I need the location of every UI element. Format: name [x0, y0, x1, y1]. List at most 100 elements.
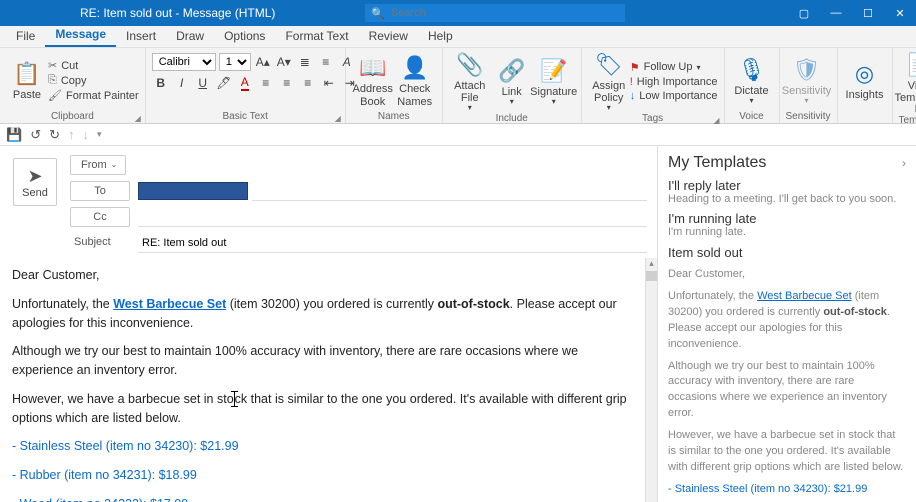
- assign-policy-label: Assign Policy: [588, 80, 630, 104]
- minimize-icon[interactable]: ―: [820, 0, 852, 26]
- check-names-button[interactable]: 👤 Check Names: [394, 50, 436, 111]
- paste-button[interactable]: 📋 Paste: [6, 50, 48, 111]
- align-left-button[interactable]: ≡: [257, 74, 275, 92]
- group-label: Include: [449, 113, 575, 125]
- template-item[interactable]: I'll reply later Heading to a meeting. I…: [668, 178, 906, 205]
- italic-button[interactable]: I: [173, 74, 191, 92]
- tab-draw[interactable]: Draw: [166, 26, 214, 47]
- tab-help[interactable]: Help: [418, 26, 463, 47]
- search-icon: 🔍: [371, 7, 385, 20]
- highlight-button[interactable]: 🖊: [215, 74, 233, 92]
- grow-font-button[interactable]: A▴: [254, 53, 272, 71]
- align-right-button[interactable]: ≡: [299, 74, 317, 92]
- subject-field[interactable]: [138, 233, 647, 253]
- numbering-button[interactable]: ≡: [317, 53, 335, 71]
- group-label: Clipboard: [51, 111, 94, 122]
- assign-policy-button[interactable]: 🏷 Assign Policy▾: [588, 50, 630, 113]
- link-button[interactable]: 🔗 Link▾: [491, 50, 533, 113]
- template-oos: out-of-stock: [823, 306, 887, 318]
- template-body-text: However, we have a barbecue set in stock…: [668, 428, 906, 476]
- message-headers: ➤ Send From ⌄ To Cc Subject: [0, 146, 657, 258]
- undo-button[interactable]: ↺: [30, 127, 41, 143]
- subject-label: Subject: [70, 233, 130, 253]
- copy-button[interactable]: ⎘Copy: [48, 74, 139, 87]
- tab-review[interactable]: Review: [359, 26, 418, 47]
- dictate-button[interactable]: 🎙 Dictate▾: [731, 50, 773, 111]
- attach-icon: 📎: [456, 50, 483, 80]
- from-dropdown[interactable]: From ⌄: [70, 155, 126, 175]
- attach-file-button[interactable]: 📎 Attach File▾: [449, 50, 491, 113]
- main-area: ➤ Send From ⌄ To Cc Subject: [0, 146, 916, 502]
- address-book-label: Address Book: [352, 83, 394, 107]
- tab-message[interactable]: Message: [45, 24, 116, 47]
- body-option-2: - Rubber (item no 34231): $18.99: [12, 466, 633, 485]
- body-p2: Although we try our best to maintain 100…: [12, 342, 633, 380]
- insights-button[interactable]: ◎ Insights: [844, 50, 886, 111]
- scroll-up-icon[interactable]: ▴: [646, 258, 657, 269]
- shrink-font-button[interactable]: A▾: [275, 53, 293, 71]
- font-color-button[interactable]: A: [236, 74, 254, 92]
- template-item-expanded[interactable]: Item sold out Dear Customer, Unfortunate…: [668, 244, 906, 502]
- high-importance-button[interactable]: !High Importance: [630, 76, 718, 88]
- search-input[interactable]: [391, 7, 619, 19]
- body-p3: However, we have a barbecue set in stock…: [12, 390, 633, 428]
- format-painter-button[interactable]: 🖌Format Painter: [48, 89, 139, 102]
- my-templates-pane: My Templates› I'll reply later Heading t…: [658, 146, 916, 502]
- font-size-select[interactable]: 11: [219, 53, 251, 71]
- tab-format-text[interactable]: Format Text: [275, 26, 358, 47]
- close-pane-icon[interactable]: ›: [902, 156, 906, 170]
- body-greeting: Dear Customer,: [12, 266, 633, 285]
- qat-customize-button[interactable]: ▾: [97, 129, 102, 140]
- tab-file[interactable]: File: [6, 26, 45, 47]
- font-family-select[interactable]: Calibri: [152, 53, 216, 71]
- view-templates-button[interactable]: 📄 View Templates: [899, 50, 916, 104]
- signature-icon: 📝: [540, 56, 567, 86]
- copy-icon: ⎘: [48, 74, 57, 87]
- tab-options[interactable]: Options: [214, 26, 275, 47]
- underline-button[interactable]: U: [194, 74, 212, 92]
- bullets-button[interactable]: ≣: [296, 53, 314, 71]
- to-button[interactable]: To: [70, 181, 130, 201]
- tab-insert[interactable]: Insert: [116, 26, 166, 47]
- next-item-button[interactable]: ↓: [83, 127, 90, 142]
- assign-policy-icon: 🏷: [595, 50, 623, 80]
- cc-button[interactable]: Cc: [70, 207, 130, 227]
- view-templates-label: View Templates: [894, 80, 916, 104]
- template-item[interactable]: I'm running late I'm running late.: [668, 211, 906, 238]
- dialog-launcher-icon[interactable]: ◢: [135, 114, 141, 123]
- maximize-icon[interactable]: ☐: [852, 0, 884, 26]
- close-icon[interactable]: ✕: [884, 0, 916, 26]
- template-name: I'm running late: [668, 211, 906, 226]
- search-box[interactable]: 🔍: [365, 4, 625, 22]
- to-field[interactable]: [252, 181, 647, 201]
- item-link[interactable]: West Barbecue Set: [113, 297, 226, 311]
- template-item-link: West Barbecue Set: [757, 290, 852, 302]
- signature-button[interactable]: 📝 Signature▾: [533, 50, 575, 113]
- cut-button[interactable]: ✂Cut: [48, 59, 139, 72]
- low-importance-button[interactable]: ↓Low Importance: [630, 90, 718, 102]
- template-name: I'll reply later: [668, 178, 906, 193]
- redo-button[interactable]: ↻: [49, 127, 60, 143]
- group-sensitivity: 🛡 Sensitivity▾ Sensitivity: [780, 48, 838, 123]
- message-body[interactable]: Dear Customer, Unfortunately, the West B…: [0, 258, 645, 502]
- dialog-launcher-icon[interactable]: ◢: [335, 114, 341, 123]
- previous-item-button[interactable]: ↑: [68, 127, 75, 142]
- address-book-button[interactable]: 📖 Address Book: [352, 50, 394, 111]
- body-oos: out-of-stock: [437, 297, 509, 311]
- cc-field[interactable]: [138, 207, 647, 227]
- scrollbar-thumb[interactable]: [646, 271, 657, 281]
- group-label: Basic Text: [223, 111, 268, 122]
- group-tags: 🏷 Assign Policy▾ ⚑Follow Up ▾ !High Impo…: [582, 48, 725, 123]
- send-button[interactable]: ➤ Send: [13, 158, 57, 206]
- decrease-indent-button[interactable]: ⇤: [320, 74, 338, 92]
- cut-icon: ✂: [48, 59, 57, 72]
- ribbon-display-options-icon[interactable]: ▢: [788, 0, 820, 26]
- align-center-button[interactable]: ≡: [278, 74, 296, 92]
- vertical-scrollbar[interactable]: ▴: [645, 258, 657, 502]
- follow-up-button[interactable]: ⚑Follow Up ▾: [630, 61, 718, 74]
- check-names-label: Check Names: [394, 83, 436, 107]
- bold-button[interactable]: B: [152, 74, 170, 92]
- dialog-launcher-icon[interactable]: ◢: [713, 116, 719, 125]
- to-recipient-chip[interactable]: [138, 182, 248, 200]
- save-button[interactable]: 💾: [6, 127, 22, 143]
